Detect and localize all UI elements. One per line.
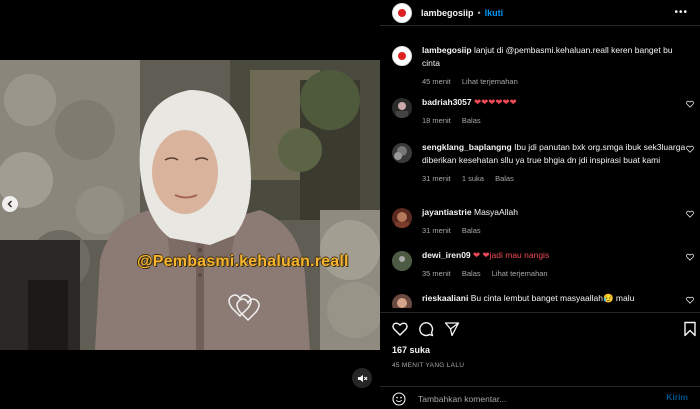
caption-time[interactable]: 45 menit	[422, 77, 451, 86]
comment-input[interactable]	[418, 391, 648, 406]
more-options-icon[interactable]: •••	[674, 7, 688, 18]
add-comment-bar: Kirim	[380, 386, 700, 409]
like-comment-heart-icon[interactable]	[686, 100, 694, 108]
commenter-avatar[interactable]	[392, 143, 412, 163]
reply-button[interactable]: Balas	[462, 269, 481, 278]
commenter-avatar[interactable]	[392, 251, 412, 271]
commenter-avatar[interactable]	[392, 98, 412, 118]
comment-bubble-icon[interactable]	[418, 321, 434, 337]
commenter-avatar[interactable]	[392, 208, 412, 228]
separator-dot: •	[477, 7, 481, 18]
comment-like-count[interactable]: 1 suka	[462, 174, 484, 183]
mute-button[interactable]	[352, 368, 372, 388]
video-frame[interactable]	[0, 60, 380, 350]
video-still	[0, 60, 380, 350]
author-avatar[interactable]	[392, 2, 412, 23]
caption-avatar[interactable]	[392, 46, 412, 66]
commenter-avatar[interactable]	[392, 294, 412, 308]
comment-text: MasyaAllah	[474, 207, 518, 217]
comment-time[interactable]: 18 menit	[422, 116, 451, 125]
like-comment-heart-icon[interactable]	[686, 145, 694, 153]
comment-username[interactable]: rieskaaliani	[422, 293, 468, 303]
previous-media-button[interactable]	[2, 196, 18, 212]
comment-username[interactable]: dewi_iren09	[422, 250, 471, 260]
like-comment-heart-icon[interactable]	[686, 253, 694, 261]
follow-button[interactable]: Ikuti	[485, 8, 504, 18]
post-comment-button[interactable]: Kirim	[666, 392, 688, 402]
reply-button[interactable]: Balas	[462, 116, 481, 125]
comment-time[interactable]: 31 menit	[422, 174, 451, 183]
comment-username[interactable]: badriah3057	[422, 97, 472, 107]
comment-time[interactable]: 31 menit	[422, 226, 451, 235]
reply-button[interactable]: Balas	[495, 174, 514, 183]
share-send-icon[interactable]	[444, 321, 460, 337]
post-date[interactable]: 45 MENIT YANG LALU	[392, 362, 464, 369]
like-heart-icon[interactable]	[392, 321, 408, 337]
caption-username[interactable]: lambegosiip	[422, 45, 472, 55]
comments-list[interactable]: lambegosiip lanjut di @pembasmi.kehaluan…	[380, 34, 700, 308]
comment-username[interactable]: sengklang_baplangng	[422, 142, 512, 152]
post-actions-bar	[380, 312, 700, 342]
caption-translate-link[interactable]: Lihat terjemahan	[462, 77, 518, 86]
comment-time[interactable]: 35 menit	[422, 269, 451, 278]
video-overlay-handle: @Pembasmi.kehaluan.reall	[137, 253, 349, 270]
likes-count[interactable]: 167 suka	[392, 345, 430, 355]
author-username[interactable]: lambegosiip	[421, 8, 474, 18]
save-bookmark-icon[interactable]	[682, 321, 698, 337]
like-comment-heart-icon[interactable]	[686, 296, 694, 304]
comment-text: ❤❤❤❤❤❤	[474, 97, 517, 107]
reply-button[interactable]: Balas	[462, 226, 481, 235]
comment-username[interactable]: jayantiastrie	[422, 207, 472, 217]
post-media[interactable]: @Pembasmi.kehaluan.reall	[0, 0, 380, 409]
comment-text: Bu cinta lembut banget masyaallah😥 malu	[470, 293, 635, 303]
speaker-muted-icon	[357, 374, 367, 382]
post-side-panel: lambegosiip • Ikuti ••• lambegosiip lanj…	[380, 0, 700, 409]
post-header: lambegosiip • Ikuti •••	[380, 0, 700, 26]
comment-text: ❤ ❤jadi mau nangis	[473, 250, 550, 260]
like-comment-heart-icon[interactable]	[686, 210, 694, 218]
emoji-icon[interactable]	[392, 392, 406, 406]
chevron-left-icon	[7, 200, 12, 208]
comment-translate-link[interactable]: Lihat terjemahan	[492, 269, 548, 278]
